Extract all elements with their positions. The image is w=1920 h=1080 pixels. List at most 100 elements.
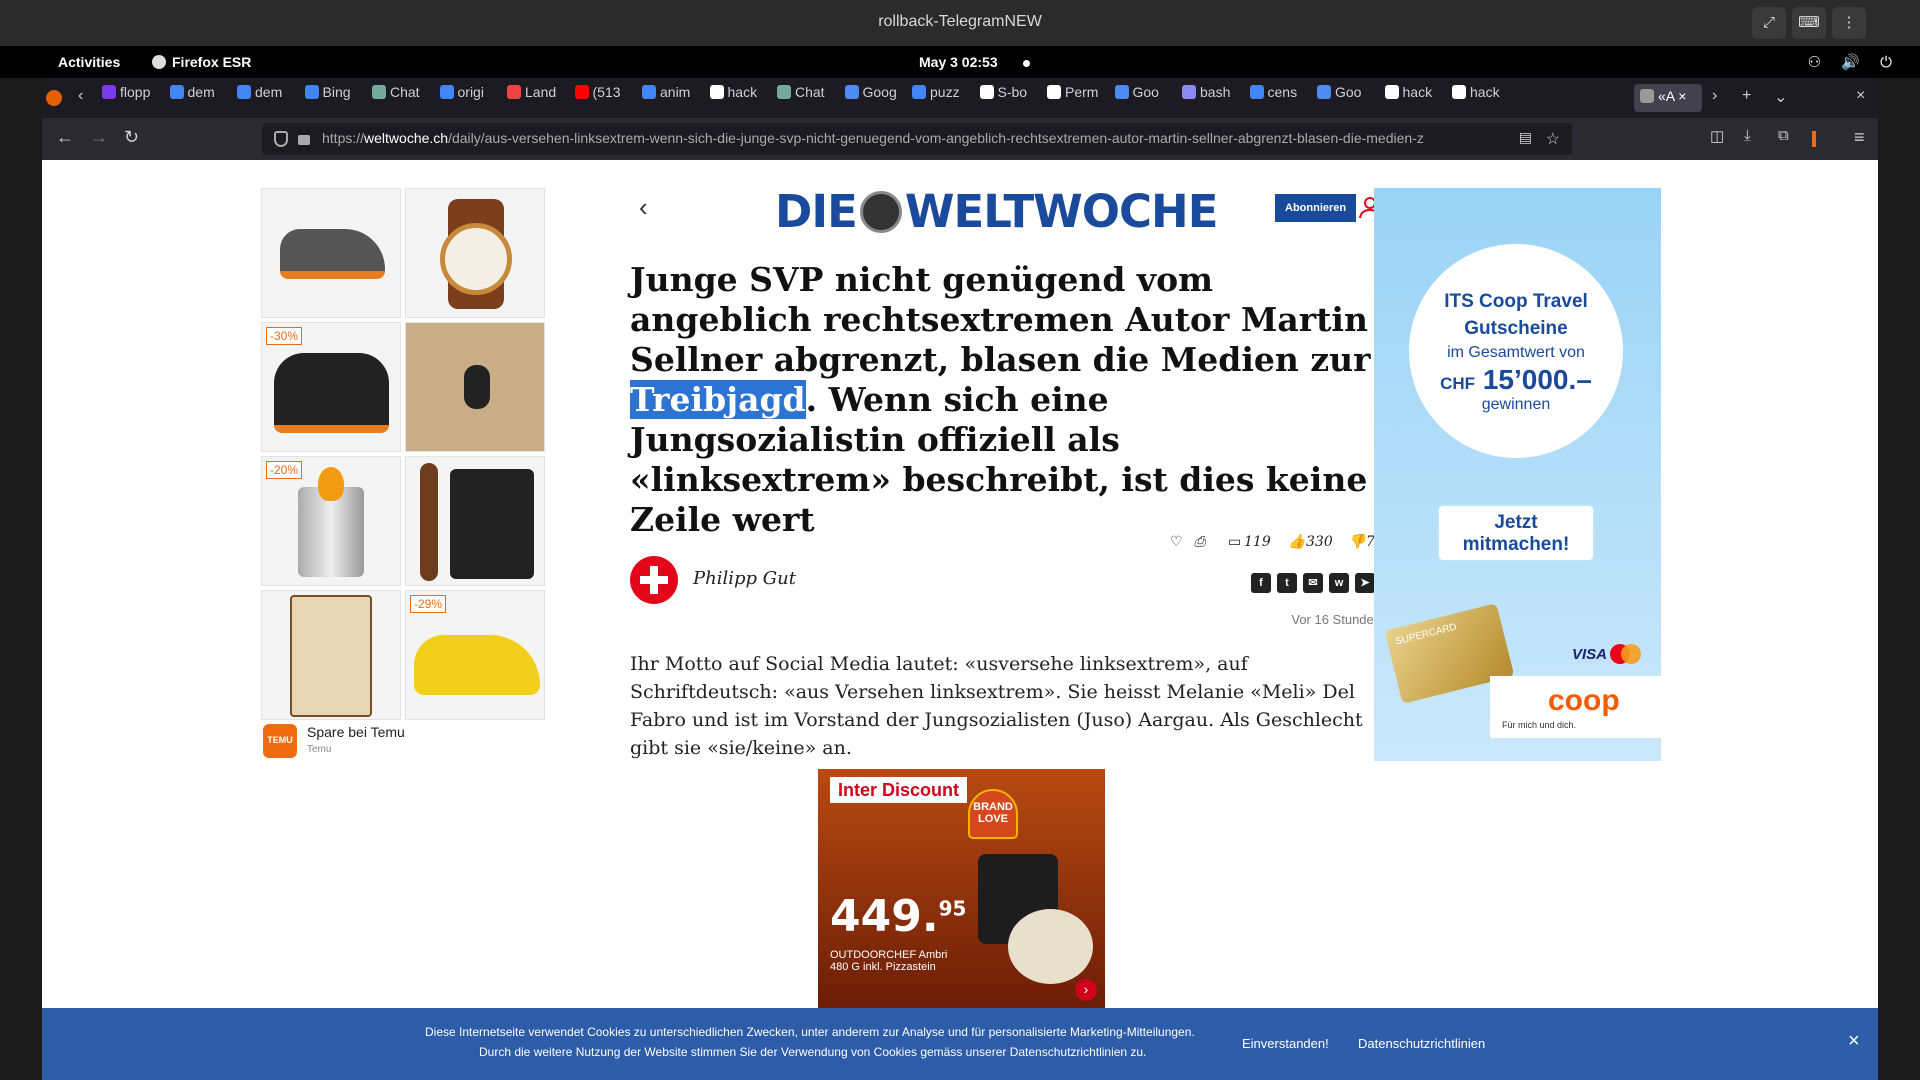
email-icon[interactable]: ✉ xyxy=(1303,573,1323,593)
tab[interactable]: anim xyxy=(642,84,704,112)
coop-ad[interactable]: ITS Coop Travel Gutscheine im Gesamtwert… xyxy=(1374,188,1661,761)
url-domain: weltwoche.ch xyxy=(364,130,449,146)
tab[interactable]: Bing xyxy=(304,84,367,112)
tab[interactable]: puzz xyxy=(912,84,974,112)
tab-scroll-right-icon[interactable]: › xyxy=(1712,87,1717,105)
tab-favicon xyxy=(304,85,319,99)
tab[interactable]: (513 xyxy=(574,84,637,112)
privacy-policy-link[interactable]: Datenschutzrichtlinien xyxy=(1358,1036,1485,1051)
like-icon[interactable]: ♡ xyxy=(1170,534,1183,550)
clock[interactable]: May 3 02:53 xyxy=(919,54,998,70)
tab-label: (513 xyxy=(592,84,621,100)
thumbs-up-icon[interactable]: 👍 xyxy=(1288,534,1305,550)
back-icon[interactable]: ← xyxy=(56,127,74,148)
hamburger-menu-icon[interactable]: ≡ xyxy=(1854,127,1865,148)
thumbs-down-icon[interactable]: 👎 xyxy=(1348,534,1365,550)
tracking-shield-icon[interactable] xyxy=(274,131,288,147)
window-title: rollback-TelegramNEW xyxy=(878,13,1042,30)
cat-image xyxy=(464,365,490,409)
article-stats: ♡ ⎙ ▭ 119 👍 330 👎 7 xyxy=(1170,534,1382,556)
tab[interactable]: origi xyxy=(439,84,502,112)
system-menu[interactable]: ⚇ 🔊 ⏻ xyxy=(1808,53,1900,71)
tab-active[interactable]: «A × xyxy=(1634,84,1702,112)
whatsapp-icon[interactable]: w xyxy=(1329,573,1349,593)
extensions-icon[interactable]: ⧉ xyxy=(1778,127,1789,144)
temu-ad[interactable]: ▷✕ -30% -20% -29% xyxy=(261,188,547,770)
tab[interactable]: Chat xyxy=(372,84,434,112)
lock-icon[interactable] xyxy=(298,135,310,145)
tab[interactable]: hack xyxy=(1384,84,1447,112)
pocket-icon[interactable]: ◫ xyxy=(1710,127,1724,145)
close-icon[interactable]: × xyxy=(1848,1030,1860,1053)
url-bar[interactable]: https://weltwoche.ch/daily/aus-versehen-… xyxy=(262,123,1572,155)
tab-label: Chat xyxy=(795,84,825,100)
reader-view-icon[interactable]: ▤ xyxy=(1519,129,1532,146)
discount-badge: -20% xyxy=(266,461,303,479)
tab[interactable]: Chat xyxy=(777,84,839,112)
facebook-icon[interactable]: f xyxy=(1251,573,1271,593)
tab-label: hack xyxy=(1402,84,1433,100)
new-tab-icon[interactable]: + xyxy=(1742,87,1751,105)
tab[interactable]: hack xyxy=(1452,84,1514,112)
keyboard-icon[interactable]: ⌨ xyxy=(1792,7,1826,39)
comments-icon[interactable]: ▭ xyxy=(1228,534,1241,550)
addon-icon[interactable] xyxy=(1812,131,1816,147)
window-menu-icon[interactable]: ⋮ xyxy=(1832,7,1866,39)
tab-close-icon[interactable]: × xyxy=(1678,88,1686,104)
tab[interactable]: Perm xyxy=(1047,84,1109,112)
participate-button[interactable]: Jetzt mitmachen! xyxy=(1437,504,1595,562)
firefox-view-icon[interactable] xyxy=(46,90,62,106)
tab-label: S-bo xyxy=(997,84,1028,100)
tab[interactable]: hack xyxy=(709,84,772,112)
tab[interactable]: Goo xyxy=(1317,84,1379,112)
tab-label: Goog xyxy=(862,84,897,100)
tab-favicon xyxy=(372,85,386,99)
print-icon[interactable]: ⎙ xyxy=(1194,534,1205,550)
tab-favicon xyxy=(507,85,521,99)
sign-image xyxy=(290,595,372,717)
product-tile[interactable] xyxy=(405,188,545,318)
tab[interactable]: Goo xyxy=(1114,84,1177,112)
tab[interactable]: flopp xyxy=(102,84,164,112)
subscribe-button[interactable]: Abonnieren xyxy=(1275,194,1357,222)
product-tile[interactable]: -20% xyxy=(261,456,401,586)
tab-list-icon[interactable]: ⌄ xyxy=(1774,87,1787,107)
ad-footer[interactable]: TEMU Spare bei Temu Temu xyxy=(261,718,547,762)
tab[interactable]: cens xyxy=(1249,84,1312,112)
close-window-icon[interactable]: × xyxy=(1856,87,1865,105)
globe-icon xyxy=(859,191,902,233)
accept-cookies-button[interactable]: Einverstanden! xyxy=(1242,1036,1329,1051)
interdiscount-ad[interactable]: Inter Discount BRAND LOVE 449.95 OUTDOOR… xyxy=(818,769,1105,1009)
download-icon[interactable]: ⤓ xyxy=(1744,127,1751,144)
url-path: /daily/aus-versehen-linksextrem-wenn-sic… xyxy=(448,130,1424,146)
ad-title[interactable]: Spare bei Temu xyxy=(307,724,405,740)
twitter-icon[interactable]: t xyxy=(1277,573,1297,593)
app-menu[interactable]: Firefox ESR xyxy=(152,54,251,70)
forward-icon[interactable]: → xyxy=(90,127,108,148)
bookmark-star-icon[interactable]: ☆ xyxy=(1546,129,1560,149)
product-tile[interactable]: -30% xyxy=(261,322,401,452)
flame-image xyxy=(318,467,344,501)
back-arrow-icon[interactable]: ‹ xyxy=(639,192,648,223)
tab[interactable]: bash xyxy=(1182,84,1244,112)
author-name[interactable]: Philipp Gut xyxy=(693,568,796,589)
product-tile[interactable] xyxy=(261,590,401,720)
tab[interactable]: Land xyxy=(507,84,569,112)
reload-icon[interactable]: ↻ xyxy=(124,127,139,148)
coop-logo-box: coop Für mich und dich. xyxy=(1490,676,1661,738)
telegram-icon[interactable]: ➤ xyxy=(1355,573,1375,593)
product-tile[interactable] xyxy=(405,322,545,452)
product-tile[interactable] xyxy=(405,456,545,586)
tab[interactable]: S-bo xyxy=(979,84,1042,112)
tab[interactable]: dem xyxy=(237,84,299,112)
next-arrow-icon[interactable]: › xyxy=(1075,979,1097,1001)
product-tile[interactable]: -29% xyxy=(405,590,545,720)
fullscreen-icon[interactable]: ⤢ xyxy=(1752,7,1786,39)
product-tile[interactable] xyxy=(261,188,401,318)
site-logo[interactable]: DIE WELTWOCHE xyxy=(775,185,1218,238)
activities-button[interactable]: Activities xyxy=(58,54,120,70)
tab[interactable]: Goog xyxy=(844,84,907,112)
tab[interactable]: dem xyxy=(169,84,232,112)
tab-favicon xyxy=(979,85,994,99)
tab-scroll-left-icon[interactable]: ‹ xyxy=(78,87,83,105)
